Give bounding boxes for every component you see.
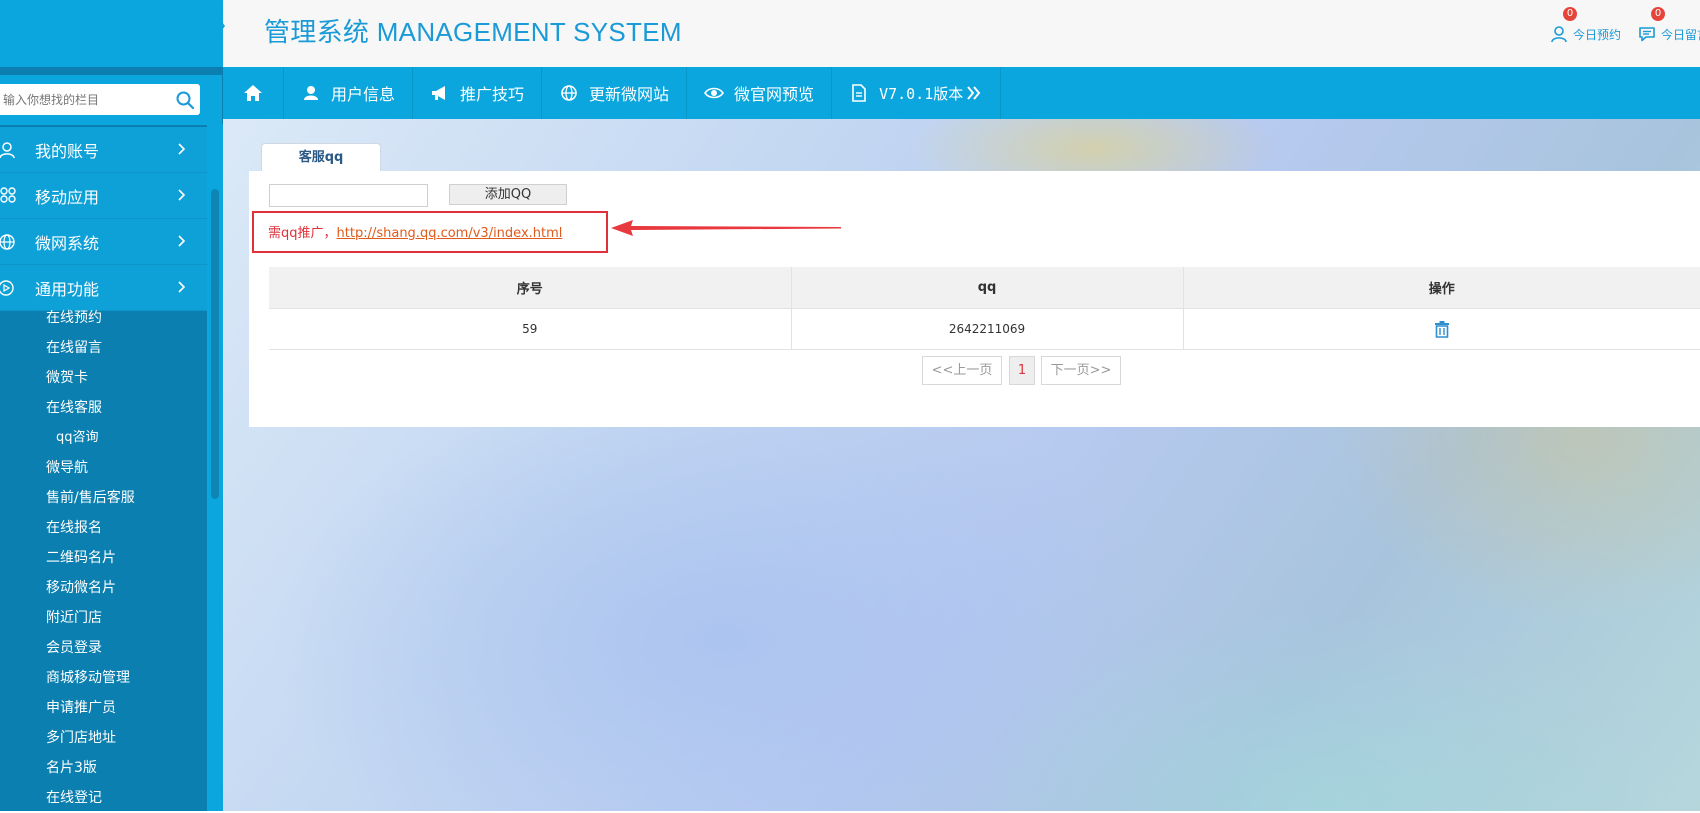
sidebar-scrollbar-thumb[interactable] [211,189,219,499]
sidebar-group-label: 通用功能 [35,279,100,299]
sidebar-item[interactable]: 在线留言 [0,333,207,363]
logo-notch [216,14,225,38]
sidebar-item[interactable]: 多门店地址 [0,723,207,753]
search-icon[interactable] [175,90,195,110]
trash-icon[interactable] [1433,320,1451,338]
double-chevron-right-icon [967,86,981,100]
play-circle-icon [0,279,14,296]
sidebar-item[interactable]: 在线报名 [0,513,207,543]
qq-input[interactable] [269,184,428,207]
globe-icon [561,85,577,101]
today-messages[interactable]: 0 今日留言 [1638,7,1700,44]
sidebar-group-micro-web[interactable]: 微网系统 [0,219,207,265]
content-panel: 添加QQ 需qq推广，http://shang.qq.com/v3/index.… [249,171,1700,427]
sidebar-item[interactable]: 商城移动管理 [0,663,207,693]
appointments-count-badge: 0 [1563,7,1577,21]
notice-text: 需qq推广， [268,226,337,241]
table-row: 59 2642211069 [269,308,1700,350]
sidebar-item[interactable]: 名片3版 [0,753,207,783]
next-page-button[interactable]: 下一页>> [1041,356,1121,385]
cell-action [1182,308,1700,350]
globe-icon [0,233,15,250]
cell-qq: 2642211069 [790,308,1184,350]
sidebar-item[interactable]: 在线登记 [0,783,207,813]
chevron-right-icon [178,143,186,155]
sidebar-search-input[interactable] [0,85,173,114]
cell-index: 59 [269,308,792,350]
sidebar-item[interactable]: 会员登录 [0,633,207,663]
column-header-index: 序号 [269,267,792,309]
sidebar: 我的账号 移动应用 微网系统 通用功能 [0,67,223,811]
sidebar-group-mobile-apps[interactable]: 移动应用 [0,173,207,219]
sidebar-item[interactable]: 二维码名片 [0,543,207,573]
nav-home[interactable] [223,67,284,119]
sidebar-group-label: 移动应用 [35,187,100,207]
sidebar-group-my-account[interactable]: 我的账号 [0,127,207,173]
nav-update-site[interactable]: 更新微网站 [542,67,688,119]
app-title: 管理系统 MANAGEMENT SYSTEM [264,17,682,47]
chevron-right-icon [178,189,186,201]
sidebar-search-area [0,75,222,125]
tab-customer-service-qq[interactable]: 客服qq [261,143,381,172]
sidebar-item[interactable]: 移动微名片 [0,573,207,603]
qq-promotion-link[interactable]: http://shang.qq.com/v3/index.html [337,226,563,241]
sidebar-item[interactable]: 附近门店 [0,603,207,633]
sidebar-item[interactable]: 售前/售后客服 [0,483,207,513]
column-header-action: 操作 [1182,267,1700,309]
column-header-qq: qq [790,267,1184,309]
logo-area [0,0,223,67]
chevron-right-icon [178,281,186,293]
sidebar-item[interactable]: 微贺卡 [0,363,207,393]
header: 管理系统 MANAGEMENT SYSTEM 0 今日预约 0 今日留言 [0,0,1700,67]
nav-label: V7.0.1版本 [879,84,964,103]
document-icon [852,84,866,102]
table-header-row: 序号 qq 操作 [269,267,1700,309]
nav-promotion-tips[interactable]: 推广技巧 [413,67,543,119]
eye-icon [704,87,725,99]
qq-table: 序号 qq 操作 59 2642211069 [269,267,1700,350]
sidebar-submenu: 在线预约 在线留言 微贺卡 在线客服 qq咨询 微导航 售前/售后客服 在线报名… [0,303,207,813]
nav-label: 用户信息 [331,85,396,104]
annotation-arrow-icon [611,220,841,236]
sidebar-item[interactable]: 微导航 [0,453,207,483]
user-icon [304,86,318,100]
chevron-right-icon [178,235,186,247]
sidebar-item[interactable]: 在线客服 [0,393,207,423]
nav-site-preview[interactable]: 微官网预览 [687,67,833,119]
sidebar-group-label: 微网系统 [35,233,100,253]
prev-page-button[interactable]: <<上一页 [922,356,1002,385]
messages-label: 今日留言 [1661,27,1700,42]
messages-count-badge: 0 [1651,7,1665,21]
user-icon [0,141,15,158]
today-appointments[interactable]: 0 今日预约 [1550,7,1622,44]
sidebar-item[interactable]: 申请推广员 [0,693,207,723]
nav-label: 微官网预览 [734,85,815,104]
sidebar-scrollbar[interactable] [207,124,223,811]
current-page[interactable]: 1 [1009,356,1035,385]
nav-version[interactable]: V7.0.1版本 [832,67,1002,119]
sidebar-item-qq-consult[interactable]: qq咨询 [0,423,207,453]
add-qq-button[interactable]: 添加QQ [449,184,567,205]
user-icon [1551,26,1567,43]
appointments-label: 今日预约 [1573,27,1622,42]
sidebar-search [0,84,200,115]
home-icon [244,85,262,101]
nav-label: 推广技巧 [460,85,525,104]
nav-label: 更新微网站 [589,85,670,104]
sidebar-group-label: 我的账号 [35,141,100,161]
main-content: 客服qq 添加QQ 需qq推广，http://shang.qq.com/v3/i… [223,119,1700,811]
promotion-notice: 需qq推广，http://shang.qq.com/v3/index.html [268,222,562,241]
sidebar-item[interactable]: 在线预约 [0,303,207,333]
apps-icon [0,186,16,203]
message-icon [1639,27,1655,42]
pagination: <<上一页 1 下一页>> [249,356,1700,386]
megaphone-icon [432,86,446,100]
top-nav: 用户信息 推广技巧 更新微网站 微官网预览 V7.0.1版本 [223,67,1700,119]
nav-user-info[interactable]: 用户信息 [284,67,414,119]
